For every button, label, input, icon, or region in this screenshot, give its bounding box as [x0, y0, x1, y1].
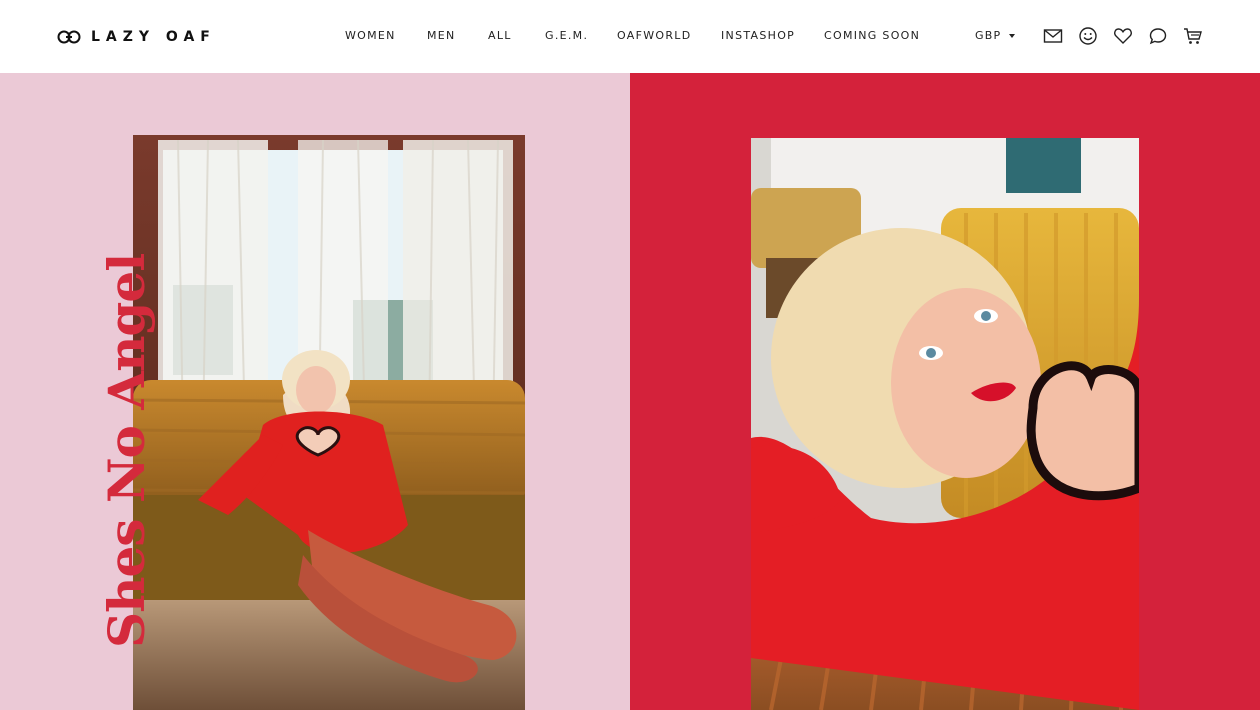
- nav-item-men[interactable]: MEN: [427, 29, 456, 42]
- campaign-panel-left[interactable]: Shes No Angel: [0, 73, 630, 710]
- chevron-down-icon: [1009, 33, 1016, 38]
- campaign-panel-right[interactable]: [630, 73, 1260, 710]
- cart-icon[interactable]: [1183, 26, 1203, 46]
- site-header: LAZY OAF WOMEN MEN ALL G.E.M. OAFWORLD I…: [0, 0, 1260, 73]
- campaign-photo-right[interactable]: [751, 138, 1139, 710]
- currency-label: GBP: [975, 29, 1002, 42]
- campaign-title[interactable]: Shes No Angel: [97, 254, 156, 648]
- mail-icon[interactable]: [1043, 26, 1063, 46]
- smiley-icon[interactable]: [1078, 26, 1098, 46]
- nav-item-all[interactable]: ALL: [488, 29, 512, 42]
- brand-logo[interactable]: LAZY OAF: [57, 27, 216, 47]
- nav-item-women[interactable]: WOMEN: [345, 29, 396, 42]
- nav-item-instashop[interactable]: INSTASHOP: [721, 29, 795, 42]
- nav-item-gem[interactable]: G.E.M.: [545, 29, 588, 42]
- chat-icon[interactable]: [1148, 26, 1168, 46]
- logo-mark-icon: [57, 30, 81, 44]
- currency-selector[interactable]: GBP: [975, 29, 1016, 42]
- brand-name: LAZY OAF: [91, 29, 216, 45]
- campaign-photo-left[interactable]: [133, 135, 525, 710]
- nav-item-oafworld[interactable]: OAFWORLD: [617, 29, 692, 42]
- nav-item-coming-soon[interactable]: COMING SOON: [824, 29, 920, 42]
- heart-icon[interactable]: [1113, 26, 1133, 46]
- header-icons: [1043, 26, 1203, 46]
